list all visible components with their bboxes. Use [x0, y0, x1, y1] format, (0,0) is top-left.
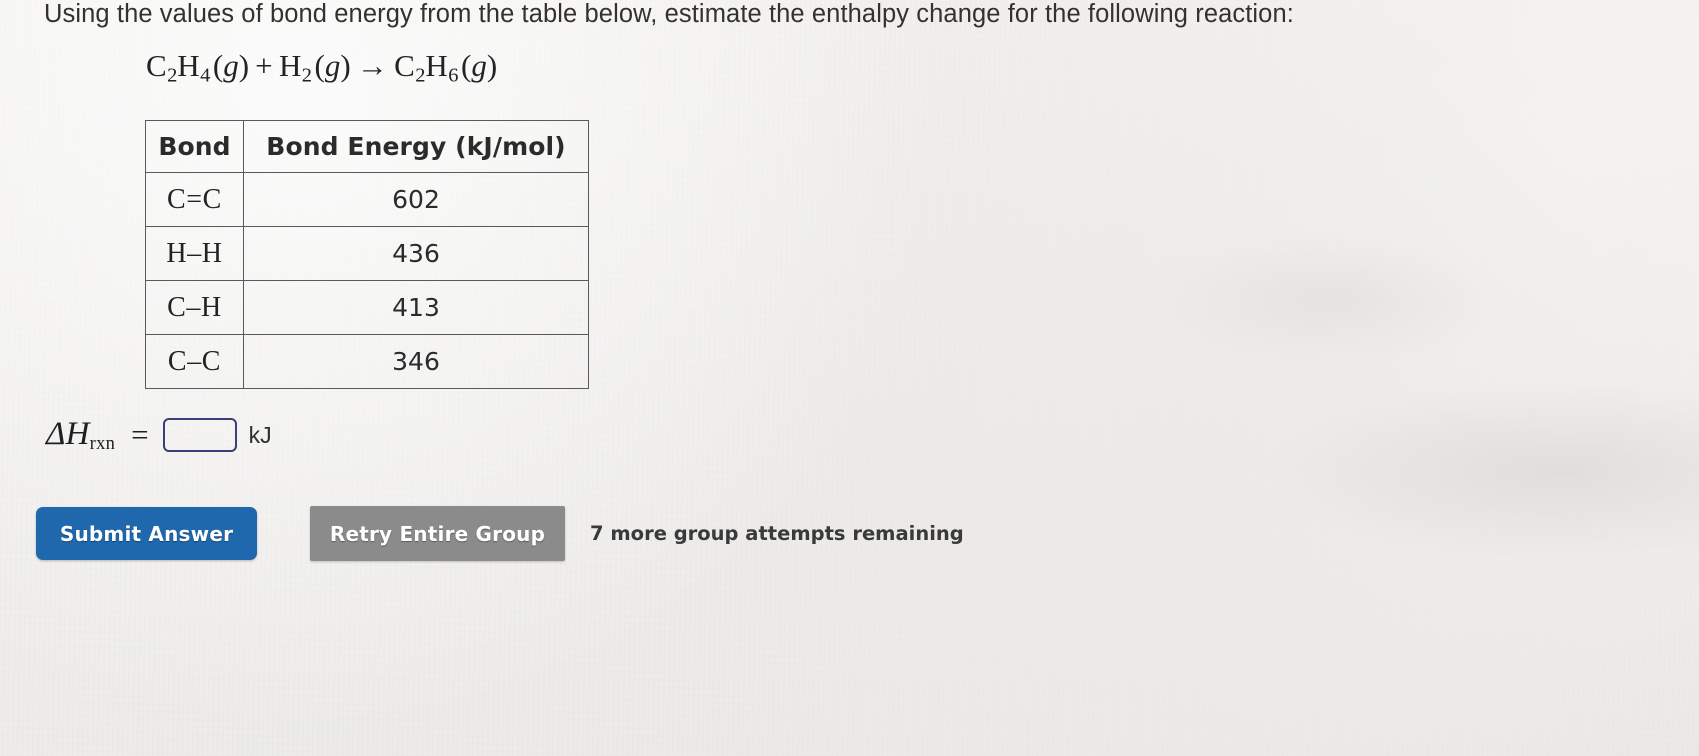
cell-bond-energy: 436 — [243, 226, 589, 281]
state-paren-1: (g) — [210, 48, 250, 83]
enthalpy-symbol: H — [65, 416, 90, 453]
submit-answer-button[interactable]: Submit Answer — [36, 507, 257, 560]
cell-bond-name: C–H — [145, 280, 244, 335]
bond-energy-table: Bond Bond Energy (kJ/mol) C=C 602 H–H 43… — [145, 120, 589, 389]
subscript-c2-product: 2 — [415, 64, 426, 87]
table-row: H–H 436 — [145, 226, 589, 281]
state-label-3: g — [471, 48, 487, 83]
column-header-bond-energy: Bond Energy (kJ/mol) — [243, 120, 589, 173]
subscript-c2: 2 — [167, 64, 178, 87]
equals-sign: = — [131, 417, 149, 452]
equation-arrow: → — [356, 48, 389, 83]
cell-bond-name: H–H — [145, 226, 244, 281]
equation-plus: + — [255, 48, 273, 83]
cell-bond-name: C–C — [145, 334, 244, 389]
chemical-equation: C2H4 (g) + H2 (g) → C2H6 (g) — [146, 48, 497, 88]
state-paren-3: (g) — [458, 48, 498, 83]
equation-product: C2H6 (g) — [394, 48, 498, 87]
cell-bond-energy: 413 — [243, 280, 589, 335]
answer-input[interactable] — [162, 418, 237, 452]
answer-row: ΔHrxn = kJ — [46, 409, 272, 461]
subscript-h6: 6 — [448, 64, 459, 87]
question-prompt: Using the values of bond energy from the… — [44, 0, 1294, 28]
column-header-bond: Bond — [145, 120, 244, 173]
state-label-1: g — [223, 48, 239, 83]
cell-bond-energy: 602 — [243, 172, 589, 227]
table-header-row: Bond Bond Energy (kJ/mol) — [145, 120, 589, 173]
equation-reactant-2: H2 (g) — [278, 48, 351, 87]
state-label-2: g — [324, 48, 341, 83]
state-paren-2: (g) — [311, 48, 351, 83]
table-body: C=C 602 H–H 436 C–H 413 C–C 346 — [145, 172, 589, 389]
cell-bond-name: C=C — [145, 172, 244, 227]
delta-symbol: Δ — [46, 416, 66, 453]
attempts-remaining-text: 7 more group attempts remaining — [590, 522, 964, 545]
action-button-row: Submit Answer Retry Entire Group 7 more … — [36, 506, 964, 561]
subscript-h4: 4 — [200, 64, 211, 87]
table-row: C=C 602 — [145, 172, 589, 227]
retry-entire-group-button[interactable]: Retry Entire Group — [310, 506, 565, 561]
cell-bond-energy: 346 — [243, 334, 589, 389]
table-row: C–H 413 — [145, 280, 589, 335]
equation-reactant-1: C2H4 (g) — [146, 48, 250, 87]
delta-h-rxn-label: ΔHrxn — [46, 416, 115, 454]
table-row: C–C 346 — [145, 334, 589, 389]
subscript-h2: 2 — [301, 64, 312, 87]
rxn-subscript: rxn — [89, 432, 116, 453]
unit-label: kJ — [248, 421, 272, 448]
